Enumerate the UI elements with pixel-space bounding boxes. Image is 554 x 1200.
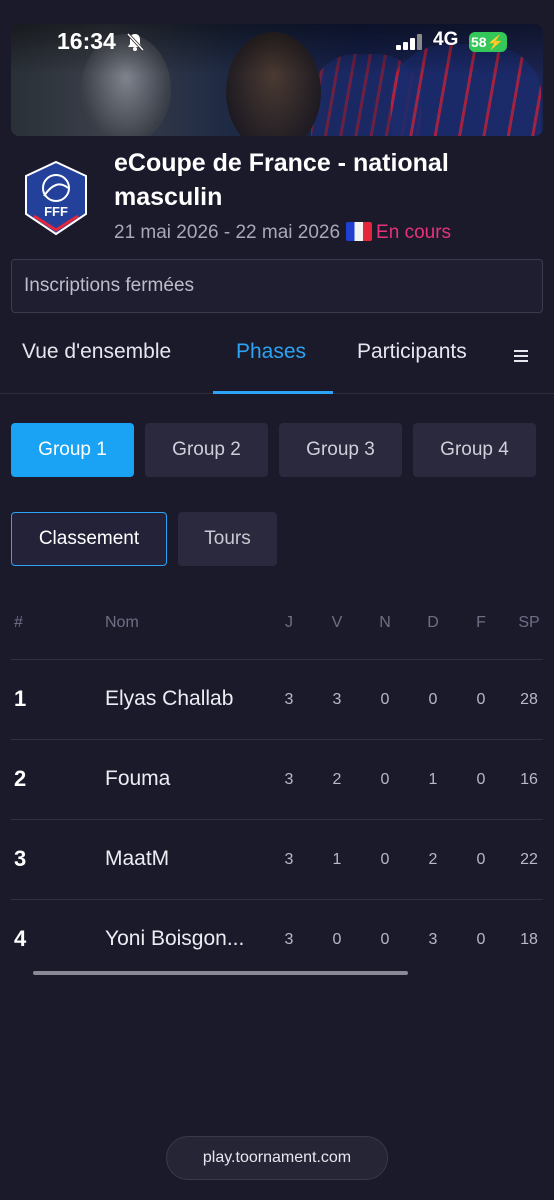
row-forfeits: 0	[476, 931, 486, 948]
browser-url-bar[interactable]: play.toornament.com	[166, 1136, 388, 1180]
row-draws: 0	[380, 851, 390, 868]
table-row[interactable]: 2 Fouma 3 2 0 1 0 16	[11, 739, 543, 819]
row-defeats: 2	[428, 851, 438, 868]
status-bar: 16:34 4G 58⚡	[0, 26, 554, 58]
row-score: 28	[520, 691, 538, 708]
group-1-button[interactable]: Group 1	[11, 423, 134, 477]
row-rank: 1	[14, 686, 27, 711]
tournament-dates: 21 mai 2026 - 22 mai 2026	[114, 222, 341, 243]
tournament-status: En cours	[376, 222, 452, 243]
row-played: 3	[284, 771, 294, 788]
row-player-name: Fouma	[105, 767, 171, 790]
col-played-header: J	[285, 614, 293, 631]
standings-button[interactable]: Classement	[11, 512, 167, 566]
hamburger-menu-icon[interactable]	[514, 350, 528, 362]
tournament-title: eCoupe de France - national masculin	[114, 149, 449, 211]
row-player-name: MaatM	[105, 847, 170, 870]
rounds-button[interactable]: Tours	[178, 512, 277, 566]
battery-level: 58	[471, 34, 487, 50]
col-name-header: Nom	[105, 614, 139, 631]
row-score: 22	[520, 851, 538, 868]
row-draws: 0	[380, 691, 390, 708]
row-draws: 0	[380, 931, 390, 948]
tab-participants[interactable]: Participants	[357, 340, 467, 364]
group-selector: Group 1 Group 2 Group 3 Group 4	[11, 423, 543, 477]
row-played: 3	[284, 851, 294, 868]
row-player-name: Elyas Challab	[105, 687, 234, 710]
col-forfeits-header: F	[476, 614, 486, 631]
battery-indicator: 58⚡	[469, 32, 507, 52]
tab-phases[interactable]: Phases	[236, 340, 306, 364]
row-score: 18	[520, 931, 538, 948]
status-time: 16:34	[57, 28, 116, 54]
registration-status-box: Inscriptions fermées	[11, 259, 543, 313]
bell-muted-icon	[126, 32, 145, 52]
col-defeats-header: D	[427, 614, 439, 631]
row-wins: 2	[332, 771, 342, 788]
tournament-dates-line: 21 mai 2026 - 22 mai 2026 En cours	[114, 222, 451, 244]
row-rank: 4	[14, 926, 27, 951]
row-forfeits: 0	[476, 771, 486, 788]
group-2-button[interactable]: Group 2	[145, 423, 268, 477]
row-rank: 2	[14, 766, 27, 791]
row-score: 16	[520, 771, 538, 788]
row-defeats: 1	[428, 771, 438, 788]
charging-bolt-icon: ⚡	[486, 34, 505, 50]
signal-icon	[396, 34, 422, 50]
row-forfeits: 0	[476, 691, 486, 708]
row-wins: 0	[332, 931, 342, 948]
horizontal-scrollbar[interactable]	[33, 971, 408, 975]
row-forfeits: 0	[476, 851, 486, 868]
network-type: 4G	[433, 29, 459, 50]
fff-logo: FFF	[25, 160, 87, 236]
logo-text: FFF	[44, 204, 68, 219]
row-wins: 1	[332, 851, 342, 868]
tab-overview[interactable]: Vue d'ensemble	[22, 340, 171, 364]
table-row[interactable]: 4 Yoni Boisgon... 3 0 0 3 0 18	[11, 899, 543, 979]
france-flag-icon	[346, 222, 373, 241]
row-wins: 3	[332, 691, 342, 708]
col-score-header: SP	[518, 614, 540, 631]
col-rank-header: #	[14, 614, 23, 631]
col-wins-header: V	[331, 614, 343, 631]
row-played: 3	[284, 931, 294, 948]
group-4-button[interactable]: Group 4	[413, 423, 536, 477]
col-draws-header: N	[379, 614, 391, 631]
row-defeats: 0	[428, 691, 438, 708]
table-row[interactable]: 3 MaatM 3 1 0 2 0 22	[11, 819, 543, 899]
active-tab-indicator	[213, 391, 333, 394]
row-draws: 0	[380, 771, 390, 788]
row-rank: 3	[14, 846, 27, 871]
row-defeats: 3	[428, 931, 438, 948]
group-3-button[interactable]: Group 3	[279, 423, 402, 477]
row-played: 3	[284, 691, 294, 708]
row-player-name: Yoni Boisgon...	[105, 927, 245, 950]
table-row[interactable]: 1 Elyas Challab 3 3 0 0 0 28	[11, 659, 543, 739]
tab-bar: Vue d'ensemble Phases Participants	[0, 330, 554, 394]
